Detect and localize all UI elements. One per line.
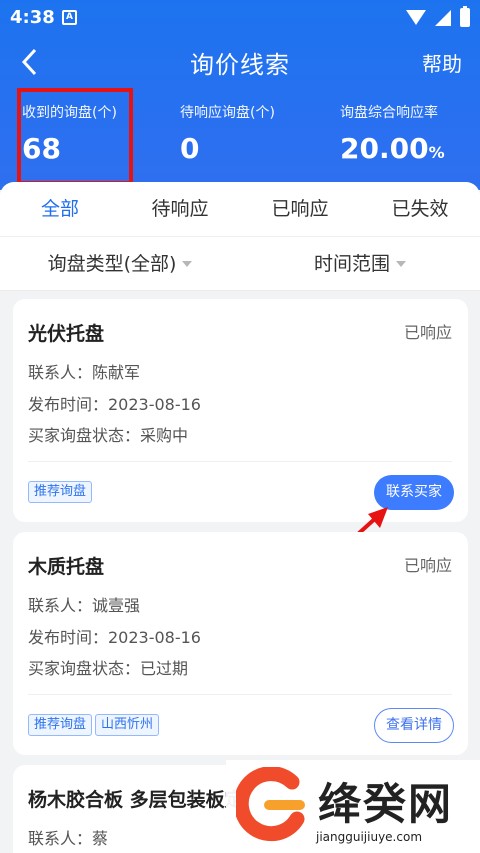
notification-icon: A — [62, 10, 77, 25]
response-rate-stat[interactable]: 询盘综合响应率 20.00% — [340, 102, 480, 170]
tab-all[interactable]: 全部 — [0, 182, 120, 236]
wifi-icon — [406, 10, 426, 25]
watermark-logo-icon — [236, 767, 305, 842]
card-title: 光伏托盘 — [28, 323, 105, 345]
page-title: 询价线索 — [190, 51, 290, 79]
status-time: 4:38 — [10, 7, 55, 28]
battery-icon — [460, 6, 470, 27]
header: 4:38 A 询价线索 帮助 收到的询盘(个) 68 待响应询盘(个) 0 询盘… — [0, 0, 480, 190]
signal-icon — [435, 9, 451, 26]
watermark-site: jiangguijiuye.com — [316, 830, 423, 844]
view-details-button[interactable]: 查看详情 — [374, 708, 454, 743]
stat-label: 询盘综合响应率 — [340, 105, 438, 121]
inquiry-card[interactable]: 光伏托盘 已响应 联系人：陈献军 发布时间：2023-08-16 买家询盘状态：… — [13, 299, 468, 522]
screen: 4:38 A 询价线索 帮助 收到的询盘(个) 68 待响应询盘(个) 0 询盘… — [0, 0, 480, 853]
contact-line: 联系人：陈献军 — [28, 363, 141, 382]
status-tabs: 全部 待响应 已响应 已失效 — [0, 182, 480, 237]
contact-line: 联系人：蔡 — [28, 829, 109, 848]
contact-line: 联系人：诚壹强 — [28, 596, 141, 615]
tab-pending[interactable]: 待响应 — [120, 182, 240, 236]
card-status: 已响应 — [403, 323, 452, 342]
card-title: 木质托盘 — [28, 556, 105, 578]
inquiry-type-filter[interactable]: 询盘类型(全部) — [0, 237, 240, 290]
inquiry-card[interactable]: 木质托盘 已响应 联系人：诚壹强 发布时间：2023-08-16 买家询盘状态：… — [13, 532, 468, 755]
recommended-tag: 推荐询盘 — [28, 714, 93, 736]
watermark-brand: 绛癸网 — [318, 780, 453, 830]
tab-responded[interactable]: 已响应 — [240, 182, 360, 236]
location-tag: 山西忻州 — [95, 714, 160, 736]
help-button[interactable]: 帮助 — [422, 48, 462, 77]
filter-bar: 询盘类型(全部) 时间范围 — [0, 237, 480, 291]
divider — [28, 461, 452, 462]
stat-value: 20.00% — [340, 132, 445, 165]
card-title: 杨木胶合板 多层包装板定 — [28, 789, 244, 811]
status-bar: 4:38 A — [0, 0, 480, 34]
buyer-status-line: 买家询盘状态：采购中 — [28, 426, 189, 445]
caret-down-icon — [396, 261, 406, 267]
recommended-tag: 推荐询盘 — [28, 481, 93, 503]
stat-value: 0 — [180, 132, 200, 165]
pending-inquiries-stat[interactable]: 待响应询盘(个) 0 — [180, 102, 330, 170]
time-range-filter[interactable]: 时间范围 — [240, 237, 480, 290]
system-icons — [406, 6, 470, 27]
navigation-bar: 询价线索 帮助 — [0, 38, 480, 86]
highlight-box — [17, 88, 133, 185]
caret-down-icon — [182, 261, 193, 267]
card-status: 已响应 — [403, 556, 452, 575]
stat-label: 待响应询盘(个) — [180, 105, 275, 121]
watermark: 绛癸网 jiangguijiuye.com — [226, 760, 480, 853]
buyer-status-line: 买家询盘状态：已过期 — [28, 659, 189, 678]
tab-expired[interactable]: 已失效 — [360, 182, 480, 236]
published-line: 发布时间：2023-08-16 — [28, 395, 201, 414]
published-line: 发布时间：2023-08-16 — [28, 628, 201, 647]
divider — [28, 694, 452, 695]
